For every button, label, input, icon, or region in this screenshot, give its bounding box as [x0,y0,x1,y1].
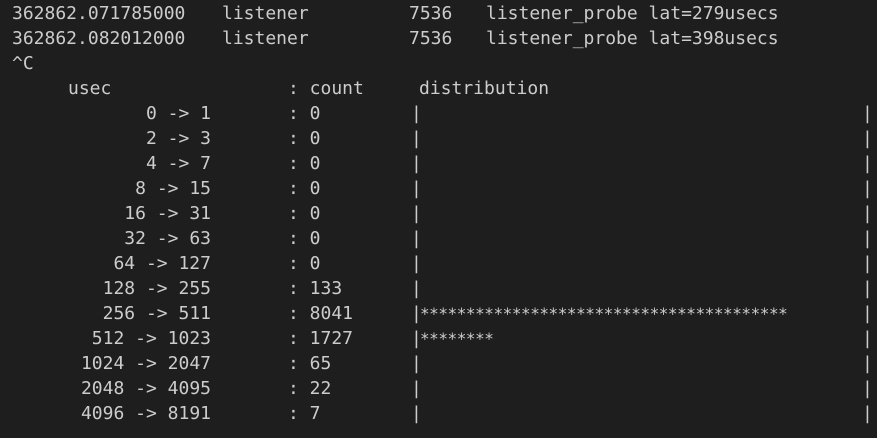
histogram-row: 4096 -> 8191 : 7 | | [0,401,877,426]
bar-left-edge: | [411,228,422,249]
trace-timestamp: 362862.071785000 [12,3,186,24]
trace-pid: 7536 [409,28,453,49]
trace-comm: listener [222,28,309,49]
bar-left-edge: | [411,253,422,274]
histogram-count: : 0 [288,228,321,249]
bar-right-edge: | [862,378,873,399]
trace-line: 362862.082012000 listener 7536 listener_… [0,26,877,51]
trace-pid: 7536 [409,3,453,24]
bar-right-edge: | [862,128,873,149]
histogram-range: 4 -> 7 [145,153,211,174]
bar-stars: **************************************** [420,304,788,323]
bar-right-edge: | [862,153,873,174]
histogram-row: 16 -> 31 : 0 | | [0,201,877,226]
histogram-count: : 0 [288,178,321,199]
bar-left-edge: | [411,153,422,174]
histogram-range: 2 -> 3 [145,128,211,149]
histogram-row: 32 -> 63 : 0 | | [0,226,877,251]
histogram-rows: 0 -> 1: 0 | | 2 -> 3: 0 | | 4 -> 7: 0 | | 8 -> 15… [0,101,877,426]
bar-right-edge: | [862,203,873,224]
interrupt-text: ^C [12,53,34,74]
histogram-row: 2048 -> 4095 : 22 | | [0,376,877,401]
interrupt-line: ^C [0,51,877,76]
histogram-range: 32 -> 63 [124,228,211,249]
bar-left-edge: | [411,353,422,374]
bar-right-edge: | [862,353,873,374]
bar-stars: ******** [420,329,494,348]
histogram-row: 128 -> 255 : 133 | | [0,276,877,301]
bar-left-edge: | [411,278,422,299]
histogram-distribution-label: distribution [419,78,550,99]
bar-left-edge: | [411,203,422,224]
histogram-row: 4 -> 7 : 0 | | [0,151,877,176]
histogram-row: 0 -> 1 : 0 | | [0,101,877,126]
bar-left-edge: | [411,128,422,149]
histogram-row: 256 -> 511 : 8041 | ***********************… [0,301,877,326]
histogram-count: : 1727 [288,328,354,349]
histogram-count: : 8041 [288,303,354,324]
trace-line: 362862.071785000 listener 7536 listener_… [0,1,877,26]
histogram-count: : 0 [288,253,321,274]
histogram-count-label: : count [288,78,364,99]
terminal-window[interactable]: 362862.071785000 listener 7536 listener_… [0,0,877,438]
histogram-range: 256 -> 511 [102,303,211,324]
histogram-row: 512 -> 1023: 1727 | ******** | [0,326,877,351]
histogram-count: : 0 [288,128,321,149]
bar-right-edge: | [862,328,873,349]
histogram-row: 8 -> 15 : 0 | | [0,176,877,201]
histogram-count: : 65 [288,353,332,374]
histogram-range: 128 -> 255 [102,278,211,299]
bar-right-edge: | [862,403,873,424]
histogram-row: 64 -> 127 : 0 | | [0,251,877,276]
histogram-count: : 7 [288,403,321,424]
histogram-count: : 0 [288,103,321,124]
histogram-range: 2048 -> 4095 [80,378,211,399]
histogram-header: usec : count distribution [0,76,877,101]
histogram-range: 0 -> 1 [145,103,211,124]
bar-right-edge: | [862,303,873,324]
histogram-range: 4096 -> 8191 [80,403,211,424]
bar-left-edge: | [411,403,422,424]
bar-left-edge: | [411,178,422,199]
histogram-count: : 22 [288,378,332,399]
trace-message: listener_probe lat=398usecs [486,28,779,49]
bar-right-edge: | [862,103,873,124]
histogram-row: 1024 -> 2047 : 65 | | [0,351,877,376]
histogram-range: 1024 -> 2047 [80,353,211,374]
bar-right-edge: | [862,278,873,299]
histogram-count: : 133 [288,278,343,299]
histogram-row: 2 -> 3 : 0 | | [0,126,877,151]
trace-comm: listener [222,3,309,24]
trace-message: listener_probe lat=279usecs [486,3,779,24]
bar-left-edge: | [411,378,422,399]
histogram-count: : 0 [288,153,321,174]
bar-left-edge: | [411,103,422,124]
trace-timestamp: 362862.082012000 [12,28,186,49]
histogram-unit-label: usec [68,78,112,99]
histogram-range: 8 -> 15 [135,178,211,199]
bar-right-edge: | [862,178,873,199]
histogram-range: 64 -> 127 [113,253,211,274]
histogram-count: : 0 [288,203,321,224]
histogram-range: 512 -> 1023 [91,328,211,349]
bar-right-edge: | [862,228,873,249]
bar-right-edge: | [862,253,873,274]
histogram-range: 16 -> 31 [124,203,211,224]
